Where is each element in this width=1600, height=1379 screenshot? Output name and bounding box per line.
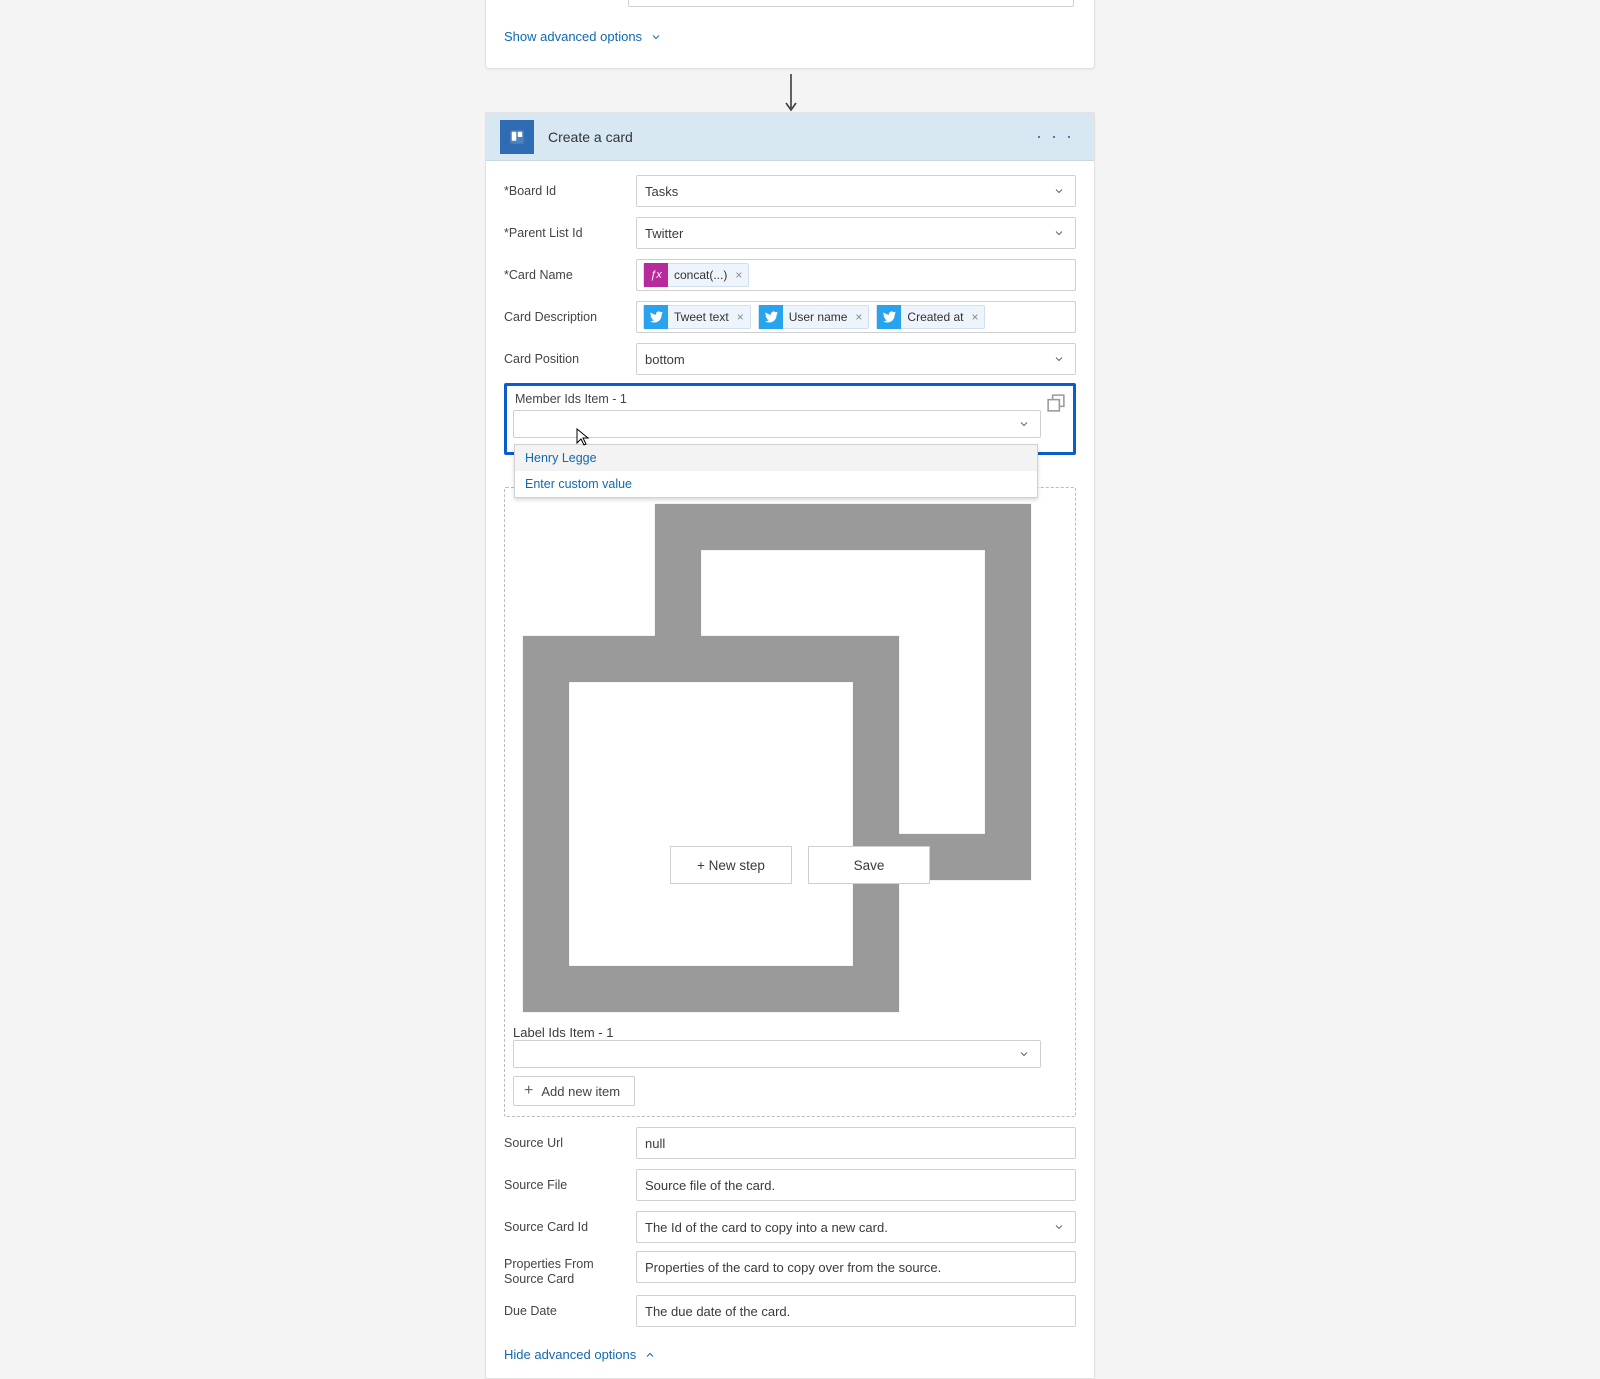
add-new-item-button[interactable]: + Add new item [513, 1076, 635, 1106]
label-card-description: Card Description [504, 310, 636, 325]
chevron-down-icon [1053, 185, 1065, 197]
input-board-id[interactable]: Tasks [636, 175, 1076, 207]
token-user-name[interactable]: User name × [758, 305, 870, 329]
show-advanced-label: Show advanced options [504, 29, 642, 44]
input-card-name[interactable]: ƒx concat(...) × [636, 259, 1076, 291]
input-source-card-id[interactable]: The Id of the card to copy into a new ca… [636, 1211, 1076, 1243]
action-card-create-a-card: Create a card · · · *Board Id Tasks *Par… [485, 112, 1095, 1379]
action-more-menu[interactable]: · · · [1030, 122, 1080, 151]
flow-arrow-icon [785, 74, 797, 112]
resize-handle-icon[interactable] [1047, 394, 1065, 412]
twitter-icon [877, 305, 901, 329]
fx-icon: ƒx [644, 263, 668, 287]
input-label-ids-item[interactable] [513, 1040, 1041, 1068]
previous-action-field[interactable] [628, 0, 1074, 7]
label-ids-section: Label Ids Item - 1 + Add new item [504, 487, 1076, 1117]
label-due-date: Due Date [504, 1304, 636, 1319]
dropdown-option-custom-value[interactable]: Enter custom value [515, 471, 1037, 497]
chevron-down-icon [1018, 418, 1030, 430]
input-parent-list-id[interactable]: Twitter [636, 217, 1076, 249]
chevron-down-icon [1053, 353, 1065, 365]
trello-icon [500, 120, 534, 154]
label-parent-list-id: *Parent List Id [504, 226, 636, 241]
twitter-icon [759, 305, 783, 329]
token-remove[interactable]: × [853, 310, 868, 324]
member-ids-dropdown: Henry Legge Enter custom value [514, 444, 1038, 498]
dropdown-option-henry-legge[interactable]: Henry Legge [515, 445, 1037, 471]
label-board-id: *Board Id [504, 184, 636, 199]
token-concat-expression[interactable]: ƒx concat(...) × [643, 263, 749, 287]
save-button[interactable]: Save [808, 846, 930, 884]
input-card-description[interactable]: Tweet text × User name × Created at × [636, 301, 1076, 333]
action-title: Create a card [548, 129, 633, 145]
member-ids-item-box: Member Ids Item - 1 Henry Legge Enter cu… [504, 383, 1076, 455]
chevron-down-icon [1053, 1221, 1065, 1233]
chevron-down-icon [1018, 1048, 1030, 1060]
label-member-ids-item: Member Ids Item - 1 [513, 390, 1041, 410]
action-header[interactable]: Create a card · · · [486, 113, 1094, 161]
hide-advanced-options-link[interactable]: Hide advanced options [504, 1347, 656, 1362]
token-remove[interactable]: × [969, 310, 984, 324]
label-source-file: Source File [504, 1178, 636, 1193]
chevron-up-icon [644, 1349, 656, 1361]
label-card-position: Card Position [504, 352, 636, 367]
chevron-down-icon [650, 31, 662, 43]
show-advanced-options-link[interactable]: Show advanced options [504, 29, 662, 44]
chevron-down-icon [1053, 227, 1065, 239]
plus-icon: + [524, 1082, 533, 1100]
input-source-url[interactable]: null [636, 1127, 1076, 1159]
label-card-name: *Card Name [504, 268, 636, 283]
label-label-ids-item: Label Ids Item - 1 [513, 1025, 1041, 1040]
footer-actions: + New step Save [0, 846, 1600, 884]
input-member-ids-item[interactable] [513, 410, 1041, 438]
resize-handle-icon[interactable] [513, 494, 1041, 1025]
label-source-card-id: Source Card Id [504, 1220, 636, 1235]
input-card-position[interactable]: bottom [636, 343, 1076, 375]
token-created-at[interactable]: Created at × [876, 305, 985, 329]
hide-advanced-label: Hide advanced options [504, 1347, 636, 1362]
token-remove[interactable]: × [735, 310, 750, 324]
token-tweet-text[interactable]: Tweet text × [643, 305, 751, 329]
input-properties-from-source-card[interactable]: Properties of the card to copy over from… [636, 1251, 1076, 1283]
label-source-url: Source Url [504, 1136, 636, 1151]
input-due-date[interactable]: The due date of the card. [636, 1295, 1076, 1327]
new-step-button[interactable]: + New step [670, 846, 792, 884]
token-remove[interactable]: × [733, 268, 748, 282]
previous-action-card: Show advanced options [485, 0, 1095, 69]
twitter-icon [644, 305, 668, 329]
label-properties-from-source-card: Properties From Source Card [504, 1251, 636, 1287]
input-source-file[interactable]: Source file of the card. [636, 1169, 1076, 1201]
